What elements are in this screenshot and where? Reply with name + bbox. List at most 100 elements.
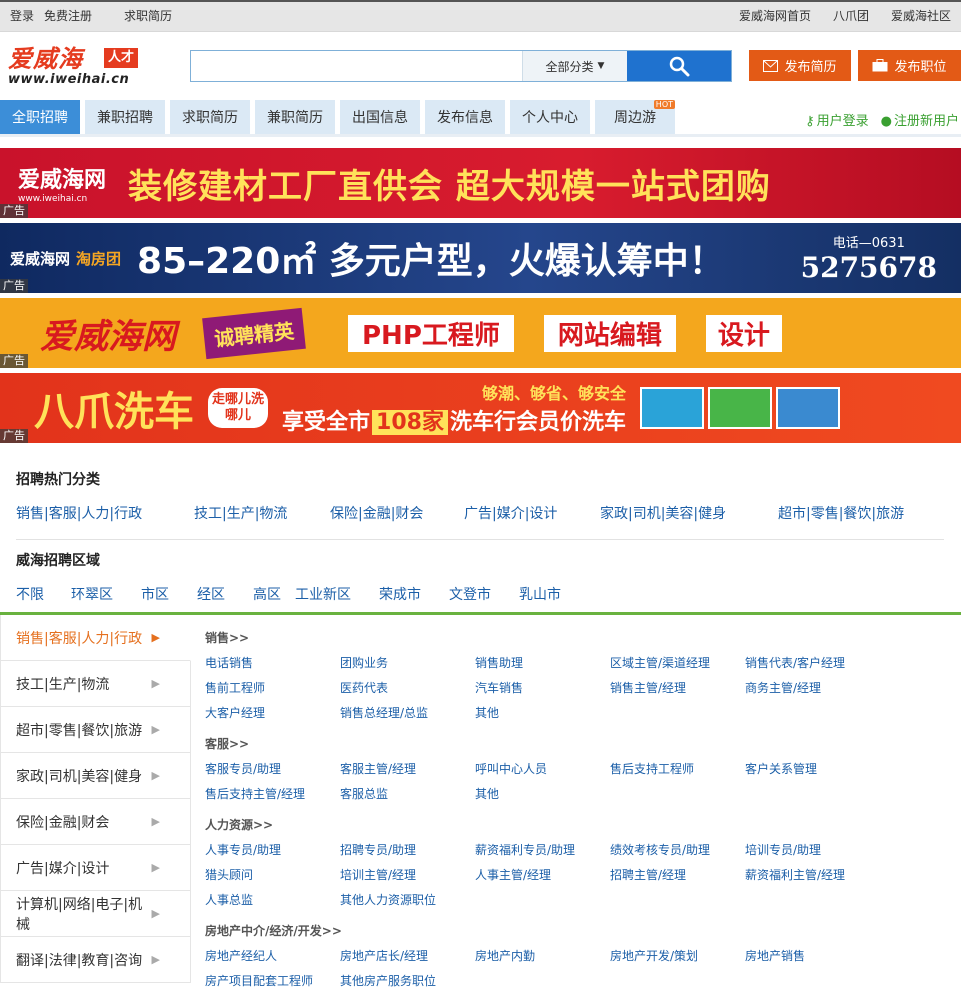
chevron-right-icon: ▶ (151, 861, 160, 874)
category-item-computer[interactable]: 计算机|网络|电子|机械 ▶ (0, 891, 190, 937)
job-link[interactable]: 房产项目配套工程师 (205, 972, 340, 989)
job-link[interactable]: 客服主管/经理 (340, 760, 475, 777)
job-link[interactable]: 呼叫中心人员 (475, 760, 610, 777)
tab-abroad[interactable]: 出国信息 (340, 100, 420, 134)
site-logo[interactable]: 爱威海 人才 www.iweihai.cn (8, 46, 163, 87)
hot-category-link[interactable]: 超市|零售|餐饮|旅游 (778, 503, 904, 523)
job-link[interactable]: 薪资福利专员/助理 (475, 841, 610, 858)
category-list: 销售|客服|人力|行政 ▶ 技工|生产|物流 ▶ 超市|零售|餐饮|旅游 ▶ 家政|司… (0, 615, 191, 983)
job-link[interactable]: 培训主管/经理 (340, 866, 475, 883)
mail-icon (763, 59, 779, 72)
category-item-sales[interactable]: 销售|客服|人力|行政 ▶ (0, 615, 191, 661)
search-button[interactable] (627, 51, 731, 81)
job-link[interactable]: 招聘专员/助理 (340, 841, 475, 858)
tab-travel[interactable]: 周边游 HOT (595, 100, 675, 134)
hot-category-link[interactable]: 销售|客服|人力|行政 (16, 503, 194, 523)
category-item-label: 计算机|网络|电子|机械 (16, 896, 143, 933)
job-link[interactable]: 售前工程师 (205, 679, 340, 696)
job-link[interactable]: 销售助理 (475, 654, 610, 671)
tab-publish[interactable]: 发布信息 (425, 100, 505, 134)
job-link[interactable]: 房地产内勤 (475, 947, 610, 964)
area-link[interactable]: 工业新区 (295, 584, 379, 604)
job-link[interactable]: 人事总监 (205, 891, 340, 908)
job-link[interactable]: 人事专员/助理 (205, 841, 340, 858)
job-link[interactable]: 其他 (475, 704, 610, 721)
category-item-translation[interactable]: 翻译|法律|教育|咨询 ▶ (0, 937, 190, 983)
area-link[interactable]: 荣成市 (379, 584, 449, 604)
ad-banner-building-materials[interactable]: 爱威海网 www.iweihai.cn 装修建材工厂直供会 超大规模一站式团购 … (0, 148, 961, 218)
category-select-label: 全部分类 (545, 59, 594, 74)
area-link[interactable]: 不限 (16, 584, 71, 604)
job-link[interactable]: 客服专员/助理 (205, 760, 340, 777)
job-link[interactable]: 销售代表/客户经理 (745, 654, 880, 671)
login-link[interactable]: 登录 (10, 7, 34, 24)
job-link[interactable]: 招聘主管/经理 (610, 866, 745, 883)
tab-parttime-resume[interactable]: 兼职简历 (255, 100, 335, 134)
category-item-retail[interactable]: 超市|零售|餐饮|旅游 ▶ (0, 707, 190, 753)
hot-category-link[interactable]: 技工|生产|物流 (194, 503, 330, 523)
ad-banner-real-estate[interactable]: 爱威海网 淘房团 85–220㎡ 多元户型，火爆认筹中！ 电话—0631 527… (0, 223, 961, 293)
job-link[interactable]: 汽车销售 (475, 679, 610, 696)
area-link[interactable]: 环翠区 (71, 584, 141, 604)
tab-personal[interactable]: 个人中心 (510, 100, 590, 134)
job-link[interactable]: 区域主管/渠道经理 (610, 654, 745, 671)
category-item-advertising[interactable]: 广告|媒介|设计 ▶ (0, 845, 190, 891)
post-job-button[interactable]: 发布职位 (858, 50, 961, 81)
category-select[interactable]: 全部分类 ▼ (522, 51, 627, 81)
job-link[interactable]: 电话销售 (205, 654, 340, 671)
job-link[interactable]: 房地产店长/经理 (340, 947, 475, 964)
area-link[interactable]: 乳山市 (519, 584, 561, 604)
job-link[interactable]: 商务主管/经理 (745, 679, 880, 696)
job-link[interactable]: 猎头顾问 (205, 866, 340, 883)
category-item-label: 超市|零售|餐饮|旅游 (16, 722, 143, 739)
category-item-housekeeping[interactable]: 家政|司机|美容|健身 ▶ (0, 753, 190, 799)
post-resume-button[interactable]: 发布简历 (749, 50, 851, 81)
hot-category-link[interactable]: 广告|媒介|设计 (464, 503, 600, 523)
area-link[interactable]: 高区 (253, 584, 295, 604)
job-link[interactable]: 售后支持主管/经理 (205, 785, 340, 802)
job-link[interactable]: 房地产开发/策划 (610, 947, 745, 964)
resume-seek-link[interactable]: 求职简历 (124, 7, 172, 24)
job-link[interactable]: 其他 (475, 785, 610, 802)
job-link[interactable]: 人事主管/经理 (475, 866, 610, 883)
tab-resume[interactable]: 求职简历 (170, 100, 250, 134)
job-link[interactable]: 绩效考核专员/助理 (610, 841, 745, 858)
job-link[interactable]: 其他人力资源职位 (340, 891, 475, 908)
category-item-label: 翻译|法律|教育|咨询 (16, 952, 143, 969)
job-link[interactable]: 销售主管/经理 (610, 679, 745, 696)
ad-label: 广告 (0, 429, 28, 443)
area-link[interactable]: 文登市 (449, 584, 519, 604)
ad-banner-carwash[interactable]: 八爪洗车 走哪儿洗哪儿 够潮、够省、够安全 享受全市 108家 洗车行会员价洗车 广… (0, 373, 961, 443)
category-item-technician[interactable]: 技工|生产|物流 ▶ (0, 661, 190, 707)
job-link[interactable]: 房地产经纪人 (205, 947, 340, 964)
job-link[interactable]: 其他房产服务职位 (340, 972, 475, 989)
area-link[interactable]: 经区 (197, 584, 253, 604)
home-link[interactable]: 爱威海网首页 (739, 7, 811, 24)
job-link[interactable]: 医药代表 (340, 679, 475, 696)
category-item-finance[interactable]: 保险|金融|财会 ▶ (0, 799, 190, 845)
bazhuatuan-link[interactable]: 八爪团 (833, 7, 869, 24)
job-link[interactable]: 培训专员/助理 (745, 841, 880, 858)
job-link[interactable]: 团购业务 (340, 654, 475, 671)
job-link[interactable]: 客服总监 (340, 785, 475, 802)
tab-parttime[interactable]: 兼职招聘 (85, 100, 165, 134)
job-link[interactable]: 房地产销售 (745, 947, 880, 964)
register-user-link[interactable]: ● 注册新用户 (881, 110, 959, 129)
group-grid-hr: 人事专员/助理 招聘专员/助理 薪资福利专员/助理 绩效考核专员/助理 培训专员/助理猎… (205, 841, 945, 908)
hot-category-link[interactable]: 家政|司机|美容|健身 (600, 503, 778, 523)
user-login-link[interactable]: ⚷ 用户登录 (805, 110, 869, 129)
job-link[interactable]: 大客户经理 (205, 704, 340, 721)
register-link[interactable]: 免费注册 (44, 7, 92, 24)
community-link[interactable]: 爱威海社区 (891, 7, 951, 24)
job-link[interactable]: 薪资福利主管/经理 (745, 866, 880, 883)
ad-label: 广告 (0, 354, 28, 368)
job-link[interactable]: 销售总经理/总监 (340, 704, 475, 721)
logo-url: www.iweihai.cn (8, 72, 130, 87)
ad-banner-recruitment[interactable]: 爱威海网 诚聘精英 PHP工程师 网站编辑 设计 广告 (0, 298, 961, 368)
area-link[interactable]: 市区 (141, 584, 197, 604)
tab-fulltime[interactable]: 全职招聘 (0, 100, 80, 134)
job-link[interactable]: 客户关系管理 (745, 760, 880, 777)
search-input[interactable] (191, 51, 522, 81)
hot-category-link[interactable]: 保险|金融|财会 (330, 503, 464, 523)
job-link[interactable]: 售后支持工程师 (610, 760, 745, 777)
